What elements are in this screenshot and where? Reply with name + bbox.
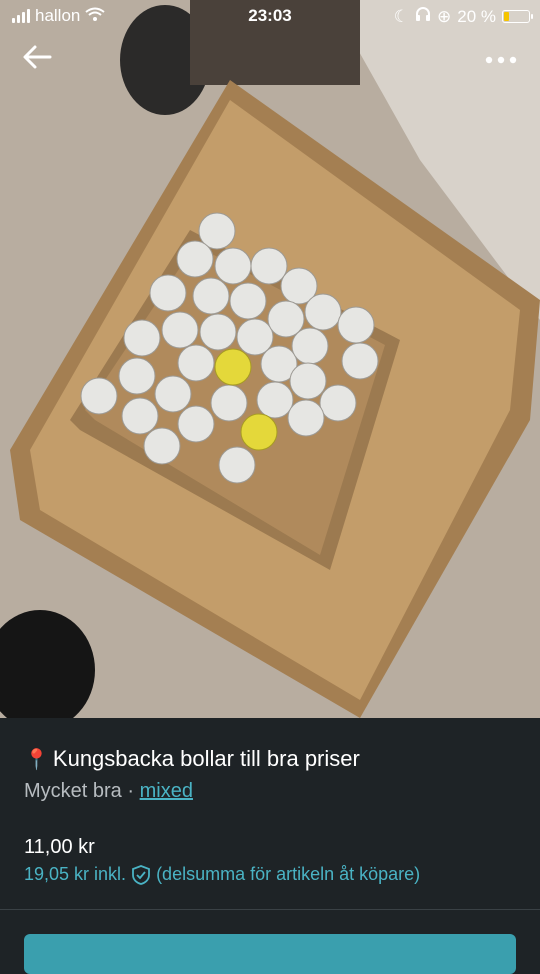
golf-ball (250, 247, 288, 285)
golf-ball (149, 274, 187, 312)
golf-ball (319, 384, 357, 422)
golf-ball (143, 427, 181, 465)
back-button[interactable] (22, 44, 56, 74)
golf-ball (214, 247, 252, 285)
battery-icon (502, 10, 533, 23)
price-incl: 19,05 kr inkl. (24, 864, 127, 884)
status-bar: hallon 23:03 ☾ ⊕ 20 % (0, 0, 540, 30)
listing-title-text: Kungsbacka bollar till bra priser (52, 746, 360, 771)
golf-ball (177, 405, 215, 443)
golf-ball (218, 446, 256, 484)
golf-ball (154, 375, 192, 413)
golf-ball (291, 327, 329, 365)
listing-subtitle: Mycket bra · mixed (24, 780, 193, 803)
golf-ball (123, 319, 161, 357)
golf-ball (229, 282, 267, 320)
golf-ball (176, 240, 214, 278)
golf-ball (121, 397, 159, 435)
more-button[interactable] (484, 48, 518, 68)
golf-ball-yellow (214, 348, 252, 386)
listing-photo[interactable] (0, 0, 540, 718)
golf-ball (177, 344, 215, 382)
brand-link[interactable]: mixed (140, 780, 193, 802)
battery-percent: 20 % (457, 6, 496, 26)
shield-check-icon (132, 864, 150, 885)
condition: Mycket bra (24, 780, 122, 802)
golf-ball (199, 313, 237, 351)
listing-title: 📍 Kungsbacka bollar till bra priser (24, 746, 360, 772)
separator: · (127, 780, 135, 802)
golf-ball (289, 362, 327, 400)
lock-rotation-icon: ⊕ (437, 6, 452, 26)
more-horizontal-icon (485, 56, 517, 64)
arrow-left-icon (23, 45, 52, 69)
golf-ball (341, 342, 379, 380)
golf-ball (118, 357, 156, 395)
golf-ball (256, 381, 294, 419)
listing-details: 📍 Kungsbacka bollar till bra priser Myck… (0, 718, 540, 974)
price-note: (delsumma för artikeln åt köpare) (156, 864, 421, 884)
golf-ball (304, 293, 342, 331)
golf-ball (161, 311, 199, 349)
golf-ball (337, 306, 375, 344)
golf-ball (287, 399, 325, 437)
pin-icon: 📍 (24, 748, 49, 771)
price-incl-row[interactable]: 19,05 kr inkl. (delsumma för artikeln åt… (24, 864, 420, 885)
price: 11,00 kr (24, 836, 95, 858)
buy-button[interactable] (24, 934, 516, 974)
top-bar (0, 38, 540, 78)
golf-ball (80, 377, 118, 415)
moon-icon: ☾ (393, 6, 409, 26)
headphones-icon (415, 6, 431, 27)
golf-ball (210, 384, 248, 422)
golf-ball (192, 277, 230, 315)
divider (0, 909, 540, 910)
golf-ball-yellow (240, 413, 278, 451)
